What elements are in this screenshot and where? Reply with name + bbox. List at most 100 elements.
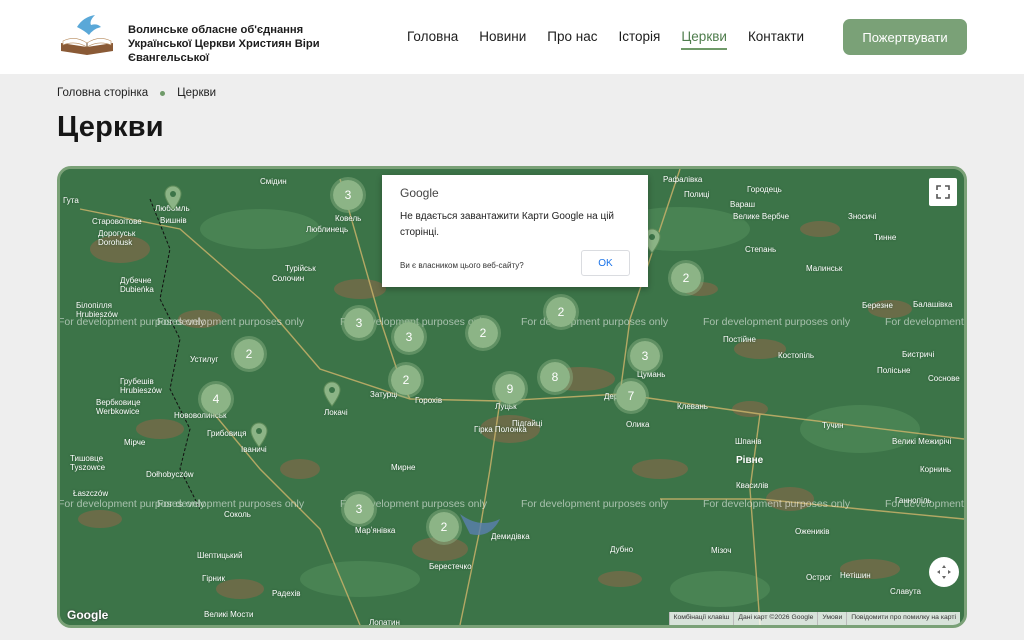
churches-map[interactable]: For development purposes only For develo…: [57, 166, 967, 628]
nav-history[interactable]: Історія: [618, 29, 660, 50]
nav-churches[interactable]: Церкви: [681, 29, 727, 50]
place-label: Вараш: [730, 200, 756, 209]
place-label: Полісьне: [877, 366, 911, 375]
place-label: Мізоч: [711, 546, 732, 555]
place-label: Острог: [806, 573, 832, 582]
map-cluster[interactable]: 9: [492, 371, 528, 407]
map-cluster[interactable]: 3: [341, 305, 377, 341]
nav-news[interactable]: Новини: [479, 29, 526, 50]
owner-link[interactable]: Ви є власником цього веб-сайту?: [400, 261, 524, 270]
dialog-message: Не вдається завантажити Карти Google на …: [400, 211, 615, 238]
map-cluster[interactable]: 4: [198, 381, 234, 417]
place-label: Марʼянівка: [355, 526, 396, 535]
donate-button[interactable]: Пожертвувати: [843, 19, 967, 55]
place-label: Локачі: [324, 408, 348, 417]
place-label: Великі Межирічі: [892, 437, 952, 446]
place-label: Грибовиця: [207, 429, 247, 438]
place-label: Клевань: [677, 402, 708, 411]
breadcrumb: Головна сторінка Церкви: [57, 87, 216, 99]
map-cluster[interactable]: 3: [391, 319, 427, 355]
map-cluster[interactable]: 2: [426, 509, 462, 545]
map-cluster[interactable]: 3: [341, 491, 377, 527]
place-label: Ожеників: [795, 527, 830, 536]
place-label: Костопіль: [778, 351, 815, 360]
place-label: Нетішин: [840, 571, 871, 580]
place-label: Берестечко: [429, 562, 472, 571]
nav-about[interactable]: Про нас: [547, 29, 597, 50]
google-logo-text: Google: [400, 186, 439, 200]
nav-home[interactable]: Головна: [407, 29, 458, 50]
place-label: Бистричі: [902, 350, 935, 359]
map-cluster[interactable]: 3: [627, 338, 663, 374]
map-cluster[interactable]: 2: [543, 294, 579, 330]
place-label: Корнинь: [920, 465, 952, 474]
place-label: Олика: [626, 420, 650, 429]
place-label: Вербковице: [96, 398, 141, 407]
place-label: Горохів: [415, 396, 443, 405]
google-logo[interactable]: Google: [67, 608, 108, 622]
place-label: Гута: [63, 196, 79, 205]
map-cluster[interactable]: 2: [668, 260, 704, 296]
terms-link[interactable]: Умови: [817, 612, 846, 625]
place-label: Ганнопіль: [895, 496, 932, 505]
main-nav: Головна Новини Про нас Історія Церкви Ко…: [407, 29, 825, 50]
watermark: For development purposes only: [157, 316, 305, 328]
map-camera-control[interactable]: [929, 557, 959, 587]
place-label: Łaszczów: [73, 489, 109, 498]
place-label: Шпанів: [735, 437, 762, 446]
place-label: Dorohusk: [98, 238, 133, 247]
place-label: Радехів: [272, 589, 301, 598]
place-label: Мірче: [124, 438, 146, 447]
place-label: Демидівка: [491, 532, 530, 541]
place-label: Зносичі: [848, 212, 877, 221]
place-label: Великі Мости: [204, 610, 254, 619]
place-label: Дорогуськ: [98, 229, 136, 238]
place-label: Werbkowice: [96, 407, 140, 416]
place-label: Березне: [862, 301, 893, 310]
map-cluster[interactable]: 2: [388, 362, 424, 398]
breadcrumb-separator: [160, 90, 166, 96]
map-cluster[interactable]: 7: [613, 378, 649, 414]
report-error-link[interactable]: Повідомити про помилку на карті: [846, 612, 960, 625]
breadcrumb-home[interactable]: Головна сторінка: [57, 87, 148, 99]
place-label: Дубечне: [120, 276, 152, 285]
place-label: Dubieńka: [120, 285, 154, 294]
place-label: Hrubieszów: [76, 310, 118, 319]
dialog-ok-button[interactable]: OK: [581, 250, 630, 276]
map-cluster[interactable]: 2: [465, 315, 501, 351]
place-label: Старовоітове: [92, 217, 142, 226]
nav-contacts[interactable]: Контакти: [748, 29, 804, 50]
place-label: Лопатин: [369, 618, 400, 627]
place-label: Дубно: [610, 545, 634, 554]
watermark: For development purposes only: [885, 316, 964, 328]
place-label: Турійськ: [285, 264, 316, 273]
place-label: Городець: [747, 185, 782, 194]
watermark: For development purposes only: [703, 316, 851, 328]
place-label: Тучин: [822, 421, 844, 430]
map-marker[interactable]: [250, 422, 268, 448]
map-cluster[interactable]: 3: [330, 177, 366, 213]
keyboard-shortcuts-link[interactable]: Комбінації клавіш: [668, 612, 734, 625]
watermark: For development purposes only: [703, 498, 851, 510]
map-cluster[interactable]: 2: [231, 336, 267, 372]
place-label: Tyszowce: [70, 463, 106, 472]
map-attribution: Комбінації клавіш Дані карт ©2026 Google…: [668, 612, 960, 625]
logo-icon[interactable]: [57, 13, 117, 57]
map-marker[interactable]: [164, 185, 182, 211]
map-cluster[interactable]: 8: [537, 359, 573, 395]
place-label: Рафалівка: [663, 175, 703, 184]
map-marker[interactable]: [323, 381, 341, 407]
fullscreen-icon: [936, 185, 950, 199]
place-label: Тинне: [874, 233, 897, 242]
fullscreen-button[interactable]: [929, 178, 957, 206]
org-name: Волинське обласне об'єднання Української…: [128, 24, 320, 64]
watermark: For development purposes only: [521, 498, 669, 510]
site-header: Волинське обласне об'єднання Української…: [0, 0, 1024, 74]
place-label: Смідин: [260, 177, 287, 186]
map-data-text: Дані карт ©2026 Google: [733, 612, 817, 625]
place-label: Малинськ: [806, 264, 843, 273]
place-label: Рівне: [736, 455, 764, 466]
place-label: Постійне: [723, 335, 756, 344]
place-label: Dołhobyczów: [146, 470, 194, 479]
place-label: Полиці: [684, 190, 710, 199]
